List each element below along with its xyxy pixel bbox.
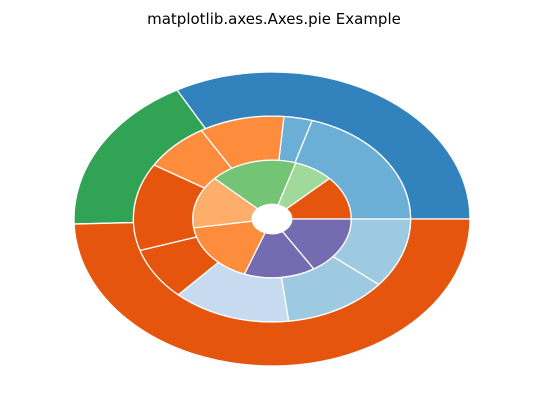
pie-wedges bbox=[73, 71, 471, 367]
nested-pie-chart bbox=[73, 71, 471, 367]
